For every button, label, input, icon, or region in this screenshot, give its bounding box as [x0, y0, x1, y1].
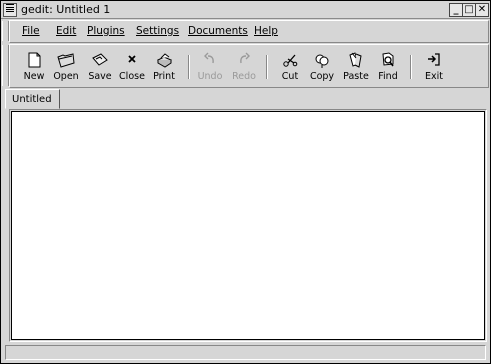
undo-button[interactable]: Undo [194, 48, 226, 84]
tab-untitled[interactable]: Untitled [5, 89, 60, 109]
toolbar-separator [410, 55, 412, 79]
toolbar-separator [266, 55, 268, 79]
close-button[interactable]: Close [116, 48, 148, 84]
new-document-icon [18, 50, 50, 70]
new-button[interactable]: New [18, 48, 50, 84]
open-folder-icon [50, 50, 82, 70]
menubar-grip[interactable] [2, 21, 9, 41]
maximize-button[interactable]: □ [462, 3, 476, 17]
window-menu-icon[interactable] [3, 3, 17, 17]
window-title: gedit: Untitled 1 [21, 3, 111, 16]
open-button[interactable]: Open [50, 48, 82, 84]
printer-icon [148, 50, 180, 70]
menu-plugins[interactable]: Plugins [87, 25, 125, 37]
document-tabs: Untitled [1, 89, 490, 110]
title-bar[interactable]: gedit: Untitled 1 _ □ ✕ [1, 1, 490, 19]
menu-edit[interactable]: Edit [56, 25, 76, 37]
copy-button[interactable]: Copy [306, 48, 338, 84]
find-icon [372, 50, 404, 70]
redo-button[interactable]: Redo [228, 48, 260, 84]
close-x-icon [116, 50, 148, 70]
save-disk-icon [84, 50, 116, 70]
menu-settings[interactable]: Settings [136, 25, 179, 37]
toolbar: New Open Save Close Print Undo Redo Cut … [9, 44, 489, 88]
print-button[interactable]: Print [148, 48, 180, 84]
save-button[interactable]: Save [84, 48, 116, 84]
minimize-button[interactable]: _ [449, 3, 463, 17]
status-bar [5, 345, 486, 360]
close-window-button[interactable]: ✕ [475, 3, 489, 17]
redo-arrow-icon [228, 50, 260, 70]
gedit-window: gedit: Untitled 1 _ □ ✕ File Edit Plugin… [0, 0, 491, 364]
exit-button[interactable]: Exit [418, 48, 450, 84]
paste-button[interactable]: Paste [340, 48, 372, 84]
menu-bar: File Edit Plugins Settings Documents Hel… [9, 20, 489, 43]
paste-icon [340, 50, 372, 70]
text-editor-area[interactable] [11, 111, 485, 340]
exit-icon [418, 50, 450, 70]
menu-help[interactable]: Help [254, 25, 278, 37]
menu-documents[interactable]: Documents [188, 25, 248, 37]
scissors-icon [274, 50, 306, 70]
toolbar-separator [188, 55, 190, 79]
cut-button[interactable]: Cut [274, 48, 306, 84]
find-button[interactable]: Find [372, 48, 404, 84]
toolbar-grip[interactable] [2, 45, 9, 86]
copy-icon [306, 50, 338, 70]
undo-arrow-icon [194, 50, 226, 70]
menu-file[interactable]: File [22, 25, 40, 37]
